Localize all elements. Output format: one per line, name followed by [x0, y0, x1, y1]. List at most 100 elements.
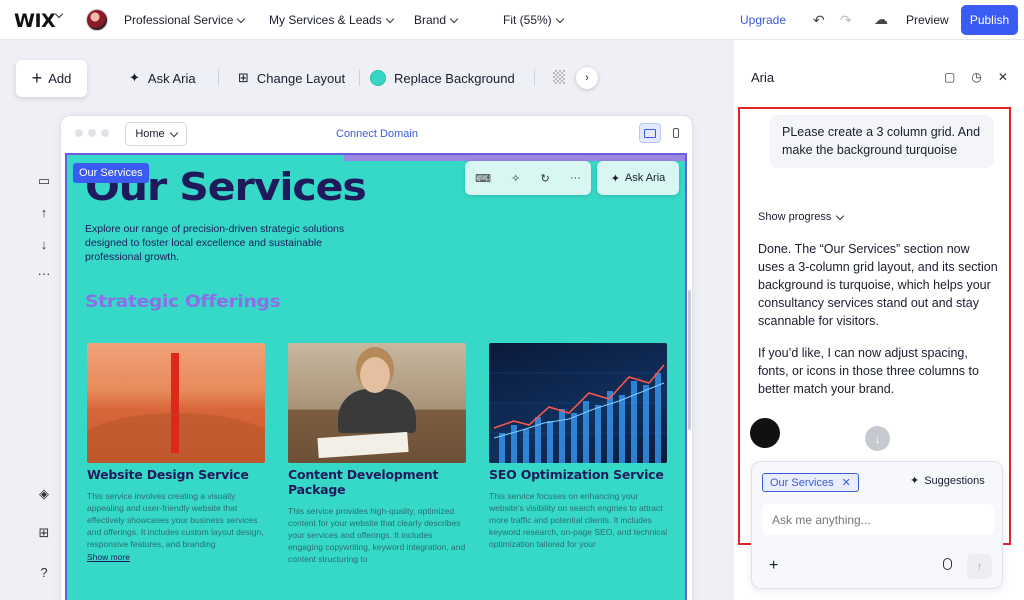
aria-panel: Aria ▢ ◷ ✕ PLease create a 3 column grid…	[734, 40, 1024, 600]
chat-icon[interactable]: ▢	[944, 70, 955, 84]
services-section[interactable]: Our Services Our Services ⌨ ✧ ↻ ··· ✦ As…	[65, 153, 687, 600]
context-chip-label: Our Services	[770, 476, 834, 489]
wix-logo[interactable]: WIX	[14, 10, 56, 32]
section-intro[interactable]: Explore our range of precision-driven st…	[85, 222, 375, 264]
ask-input[interactable]	[762, 504, 994, 535]
page-selector[interactable]: Home	[125, 122, 187, 146]
chevron-down-icon[interactable]	[54, 9, 64, 19]
preview-button[interactable]: Preview	[906, 13, 949, 27]
toolbar-next-button[interactable]: ›	[576, 67, 598, 89]
site-name: Professional Service	[124, 13, 234, 27]
more-icon[interactable]: ···	[570, 172, 581, 184]
user-message: PLease create a 3 column grid. And make …	[770, 115, 994, 168]
add-button[interactable]: + Add	[16, 60, 87, 97]
desert-image[interactable]	[87, 343, 265, 463]
context-chip[interactable]: Our Services ✕	[762, 473, 859, 492]
layers-icon[interactable]: ◈	[30, 486, 58, 502]
suggestions-label: Suggestions	[924, 474, 985, 487]
chevron-down-icon	[555, 14, 564, 23]
upgrade-link[interactable]: Upgrade	[740, 13, 786, 27]
publish-button[interactable]: Publish	[961, 5, 1018, 35]
ask-aria-chip-label: Ask Aria	[624, 172, 666, 184]
chevron-down-icon	[836, 211, 845, 220]
device-switcher	[639, 123, 687, 143]
more-icon[interactable]: ···	[30, 266, 58, 281]
animation-icon[interactable]: ✧	[511, 172, 520, 185]
move-down-icon[interactable]: ↓	[30, 237, 58, 252]
browser-frame: Home Connect Domain Our Services Our Ser…	[60, 115, 693, 600]
sparkle-icon: ✦	[610, 172, 620, 185]
replace-background-tool[interactable]: Replace Background	[370, 70, 515, 86]
service-card[interactable]: Content Development Package This service…	[288, 343, 468, 565]
sparkle-icon: ✦	[129, 70, 140, 85]
mobile-view-button[interactable]	[665, 123, 687, 143]
writer-image[interactable]	[288, 343, 466, 463]
layout-icon: ⊞	[238, 70, 249, 85]
change-layout-tool[interactable]: ⊞ Change Layout	[238, 70, 345, 86]
send-button[interactable]: ↑	[967, 554, 992, 579]
section-subheading[interactable]: Strategic Offerings	[85, 292, 281, 312]
canvas-scrollbar[interactable]	[688, 290, 691, 430]
ask-aria-chip[interactable]: ✦ Ask Aria	[597, 161, 679, 195]
redo-icon[interactable]: ↷	[840, 12, 852, 29]
card-description: This service involves creating a visuall…	[87, 491, 264, 549]
section-icon[interactable]: ▭	[30, 173, 58, 189]
show-more-link[interactable]: Show more	[87, 552, 267, 562]
page-label: Home	[135, 128, 165, 140]
aria-avatar	[750, 418, 780, 448]
refresh-icon[interactable]: ↻	[541, 172, 550, 185]
site-menu[interactable]: Professional Service	[124, 13, 246, 27]
sparkle-icon: ✦	[910, 475, 920, 487]
service-card[interactable]: Website Design Service This service invo…	[87, 343, 267, 562]
ask-aria-label: Ask Aria	[147, 70, 196, 86]
microphone-icon[interactable]	[943, 558, 952, 570]
history-icon[interactable]: ◷	[971, 70, 981, 84]
element-toolbar: ⌨ ✧ ↻ ···	[465, 161, 591, 195]
move-up-icon[interactable]: ↑	[30, 205, 58, 220]
services-leads-menu[interactable]: My Services & Leads	[269, 13, 394, 27]
message-composer: Our Services ✕ ✦ Suggestions + ↑	[751, 461, 1003, 589]
suggestions-button[interactable]: ✦ Suggestions	[910, 474, 985, 488]
show-progress-label: Show progress	[758, 211, 832, 223]
site-avatar[interactable]	[86, 9, 108, 31]
show-progress-toggle[interactable]: Show progress	[758, 211, 845, 223]
reply-paragraph: Done. The “Our Services” section now use…	[758, 242, 998, 328]
zoom-label: Fit (55%)	[503, 13, 552, 27]
mobile-icon	[673, 128, 679, 138]
transparency-icon[interactable]	[553, 70, 565, 84]
desktop-view-button[interactable]	[639, 123, 661, 143]
chevron-down-icon	[385, 14, 394, 23]
card-title: Website Design Service	[87, 467, 249, 482]
help-icon[interactable]: ?	[30, 565, 58, 580]
background-color-swatch-icon	[370, 70, 386, 86]
aria-panel-title: Aria	[751, 70, 775, 85]
cloud-save-icon[interactable]: ☁	[874, 11, 888, 28]
toolbar-divider	[218, 69, 219, 86]
edit-design-icon[interactable]: ⌨	[475, 172, 491, 185]
attach-plus-icon[interactable]: +	[769, 557, 778, 575]
connect-domain-link[interactable]: Connect Domain	[336, 128, 418, 140]
chevron-down-icon	[449, 14, 459, 23]
close-icon[interactable]: ✕	[998, 70, 1008, 84]
chevron-down-icon	[169, 128, 178, 137]
analytics-chart-image[interactable]	[489, 343, 667, 463]
grid-icon[interactable]: ⊞	[30, 525, 58, 541]
service-card[interactable]: SEO Optimization Service This service fo…	[489, 343, 669, 550]
toolbar-divider	[534, 69, 535, 86]
scroll-down-button[interactable]: ↓	[865, 426, 890, 451]
undo-icon[interactable]: ↶	[813, 12, 825, 29]
chart-graphic	[489, 364, 667, 463]
card-description: This service provides high-quality, opti…	[288, 506, 466, 564]
add-label: Add	[48, 71, 72, 86]
remove-icon[interactable]: ✕	[842, 476, 851, 489]
plus-icon: +	[31, 67, 43, 88]
chevron-down-icon	[237, 14, 246, 23]
ask-aria-tool[interactable]: ✦ Ask Aria	[129, 70, 196, 86]
reply-paragraph: If you’d like, I can now adjust spacing,…	[758, 346, 979, 396]
brand-menu[interactable]: Brand	[414, 13, 459, 27]
aria-panel-actions: ▢ ◷ ✕	[944, 70, 1008, 84]
section-tag[interactable]: Our Services	[73, 163, 149, 183]
top-bar: WIX Professional Service My Services & L…	[0, 0, 1024, 40]
zoom-menu[interactable]: Fit (55%)	[503, 13, 564, 27]
toolbar-divider	[359, 69, 360, 86]
